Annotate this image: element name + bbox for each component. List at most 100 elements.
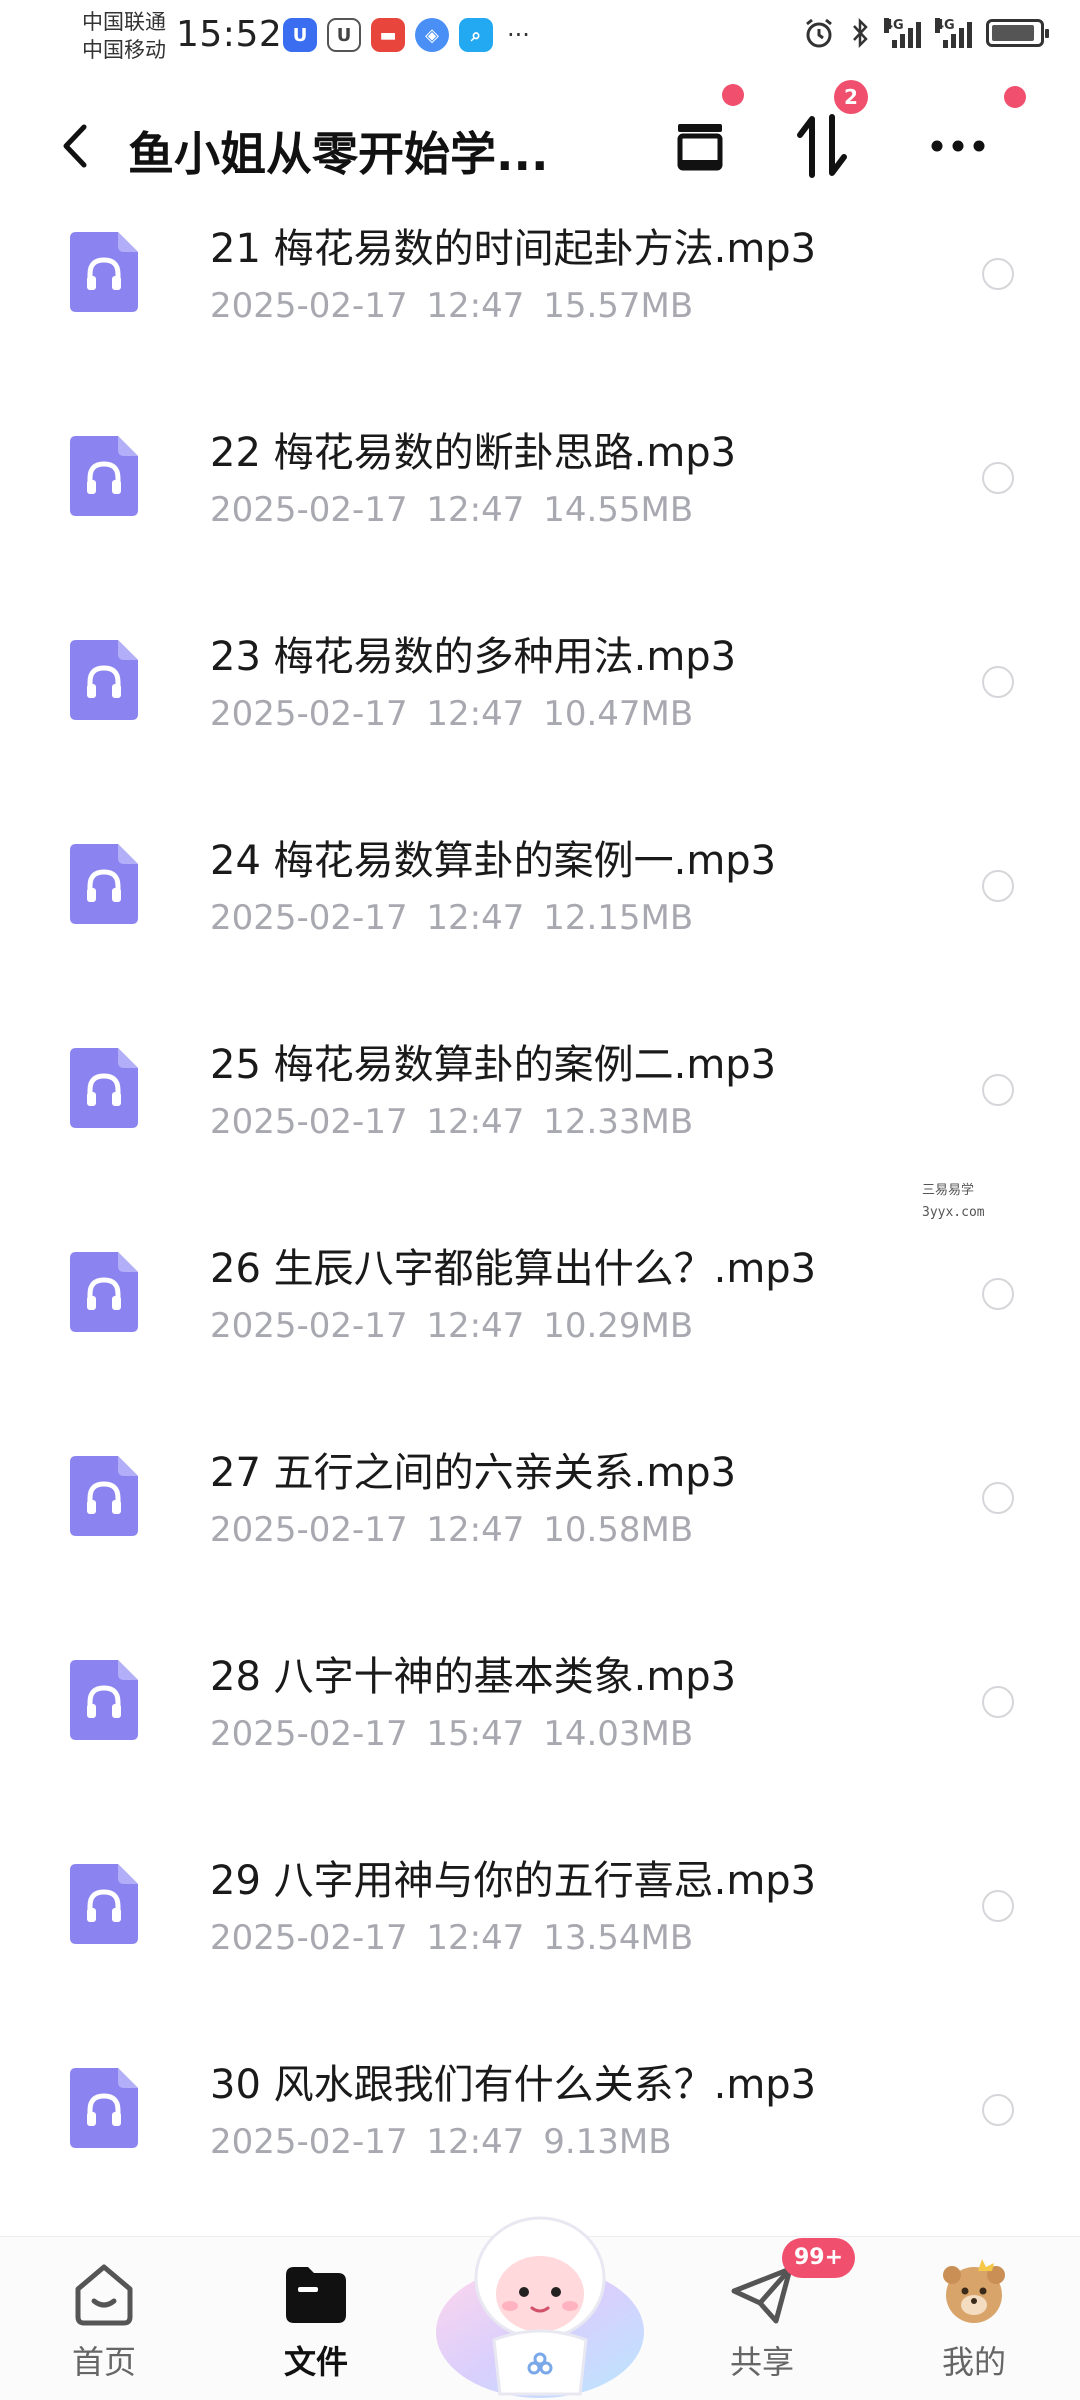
file-name: 23 梅花易数的多种用法.mp3 xyxy=(210,634,737,680)
file-meta: 2025-02-17 12:47 12.15MB xyxy=(210,898,693,938)
watermark: 三易易学 3yyx.com xyxy=(922,1183,985,1220)
file-date: 2025-02-17 xyxy=(210,1102,408,1142)
file-list-item[interactable]: 26 生辰八字都能算出什么？.mp3 2025-02-17 12:47 10.2… xyxy=(0,1216,1080,1420)
file-name: 29 八字用神与你的五行喜忌.mp3 xyxy=(210,1858,817,1904)
file-date: 2025-02-17 xyxy=(210,1918,408,1958)
select-radio[interactable] xyxy=(982,1482,1014,1514)
file-size: 10.58MB xyxy=(543,1510,694,1550)
select-radio[interactable] xyxy=(982,258,1014,290)
file-name: 26 生辰八字都能算出什么？.mp3 xyxy=(210,1246,817,1292)
file-meta: 2025-02-17 15:47 14.03MB xyxy=(210,1714,693,1754)
more-options-button[interactable] xyxy=(918,106,998,186)
nav-files-label: 文件 xyxy=(283,2343,348,2381)
file-meta: 2025-02-17 12:47 14.55MB xyxy=(210,490,693,530)
file-meta: 2025-02-17 12:47 13.54MB xyxy=(210,1918,693,1958)
select-radio[interactable] xyxy=(982,462,1014,494)
page-title: 鱼小姐从零开始学... xyxy=(128,127,549,181)
file-name: 24 梅花易数算卦的案例一.mp3 xyxy=(210,838,777,884)
file-time: 12:47 xyxy=(426,1306,525,1346)
folder-icon xyxy=(286,2267,346,2323)
file-size: 12.15MB xyxy=(543,898,694,938)
select-radio[interactable] xyxy=(982,1890,1014,1922)
file-list: 21 梅花易数的时间起卦方法.mp3 2025-02-17 12:47 15.5… xyxy=(0,196,1080,2236)
file-size: 12.33MB xyxy=(543,1102,694,1142)
select-radio[interactable] xyxy=(982,2094,1014,2126)
file-time: 12:47 xyxy=(426,898,525,938)
audio-file-icon xyxy=(70,1456,138,1536)
select-radio[interactable] xyxy=(982,666,1014,698)
nav-share-label: 共享 xyxy=(729,2343,794,2381)
carrier-labels: 中国联通 中国移动 xyxy=(82,8,166,64)
ai-assistant-button[interactable] xyxy=(430,2182,650,2400)
file-meta: 2025-02-17 12:47 10.58MB xyxy=(210,1510,693,1550)
file-date: 2025-02-17 xyxy=(210,1306,408,1346)
notification-dot xyxy=(722,84,744,106)
select-radio[interactable] xyxy=(982,1686,1014,1718)
audio-file-icon xyxy=(70,1048,138,1128)
file-name: 30 风水跟我们有什么关系？.mp3 xyxy=(210,2062,817,2108)
assistant-mascot-icon xyxy=(436,2216,644,2398)
audio-file-icon xyxy=(70,1252,138,1332)
chevron-left-icon xyxy=(63,124,87,168)
file-list-item[interactable]: 24 梅花易数算卦的案例一.mp3 2025-02-17 12:47 12.15… xyxy=(0,808,1080,1012)
archive-icon xyxy=(677,124,723,171)
status-bar: 中国联通 中国移动 15:52 U U ▬ ◈ ⌕ ··· 4G 4G xyxy=(0,0,1080,70)
select-radio[interactable] xyxy=(982,1278,1014,1310)
file-date: 2025-02-17 xyxy=(210,490,408,530)
file-list-item[interactable]: 29 八字用神与你的五行喜忌.mp3 2025-02-17 12:47 13.5… xyxy=(0,1828,1080,2032)
audio-file-icon xyxy=(70,232,138,312)
alarm-icon xyxy=(806,18,832,48)
audio-file-icon xyxy=(70,640,138,720)
transfer-icon xyxy=(797,114,847,178)
nav-mine-label: 我的 xyxy=(941,2343,1006,2381)
file-date: 2025-02-17 xyxy=(210,1714,408,1754)
header-bar: 鱼小姐从零开始学... 2 xyxy=(0,80,1080,206)
file-size: 10.29MB xyxy=(543,1306,694,1346)
archive-button[interactable] xyxy=(660,106,740,186)
file-date: 2025-02-17 xyxy=(210,1510,408,1550)
file-time: 12:47 xyxy=(426,2122,525,2162)
file-meta: 2025-02-17 12:47 9.13MB xyxy=(210,2122,672,2162)
nav-home[interactable]: 首页 xyxy=(24,2237,184,2400)
search-app-icon: ⌕ xyxy=(459,18,493,52)
file-time: 12:47 xyxy=(426,1918,525,1958)
select-radio[interactable] xyxy=(982,870,1014,902)
file-size: 14.03MB xyxy=(543,1714,694,1754)
file-list-item[interactable]: 22 梅花易数的断卦思路.mp3 2025-02-17 12:47 14.55M… xyxy=(0,400,1080,604)
file-size: 14.55MB xyxy=(543,490,694,530)
file-time: 12:47 xyxy=(426,1102,525,1142)
file-name: 21 梅花易数的时间起卦方法.mp3 xyxy=(210,226,817,272)
file-meta: 2025-02-17 12:47 15.57MB xyxy=(210,286,693,326)
file-list-item[interactable]: 28 八字十神的基本类象.mp3 2025-02-17 15:47 14.03M… xyxy=(0,1624,1080,1828)
avatar-icon xyxy=(943,2259,1005,2323)
app-notification-icon: U xyxy=(283,18,317,52)
file-list-item[interactable]: 27 五行之间的六亲关系.mp3 2025-02-17 12:47 10.58M… xyxy=(0,1420,1080,1624)
file-time: 12:47 xyxy=(426,694,525,734)
file-size: 10.47MB xyxy=(543,694,694,734)
file-size: 15.57MB xyxy=(543,286,694,326)
nav-home-label: 首页 xyxy=(71,2343,136,2381)
audio-file-icon xyxy=(70,1864,138,1944)
file-date: 2025-02-17 xyxy=(210,2122,408,2162)
file-meta: 2025-02-17 12:47 12.33MB xyxy=(210,1102,693,1142)
select-radio[interactable] xyxy=(982,1074,1014,1106)
file-size: 13.54MB xyxy=(543,1918,694,1958)
file-date: 2025-02-17 xyxy=(210,898,408,938)
file-list-item[interactable]: 23 梅花易数的多种用法.mp3 2025-02-17 12:47 10.47M… xyxy=(0,604,1080,808)
file-time: 12:47 xyxy=(426,1510,525,1550)
nav-files[interactable]: 文件 xyxy=(236,2237,396,2400)
transfer-button[interactable] xyxy=(782,106,862,186)
audio-file-icon xyxy=(70,436,138,516)
nav-mine[interactable]: 我的 xyxy=(894,2237,1054,2400)
audio-file-icon xyxy=(70,844,138,924)
bluetooth-icon xyxy=(853,17,868,49)
back-button[interactable] xyxy=(50,114,100,178)
file-list-item[interactable]: 25 梅花易数算卦的案例二.mp3 2025-02-17 12:47 12.33… xyxy=(0,1012,1080,1216)
transfer-count-badge: 2 xyxy=(834,80,868,114)
file-list-item[interactable]: 21 梅花易数的时间起卦方法.mp3 2025-02-17 12:47 15.5… xyxy=(0,196,1080,400)
app-notification-icon: U xyxy=(327,18,361,52)
file-size: 9.13MB xyxy=(543,2122,672,2162)
share-count-badge: 99+ xyxy=(782,2238,856,2278)
more-horizontal-icon xyxy=(931,140,985,152)
status-time: 15:52 xyxy=(176,14,283,55)
